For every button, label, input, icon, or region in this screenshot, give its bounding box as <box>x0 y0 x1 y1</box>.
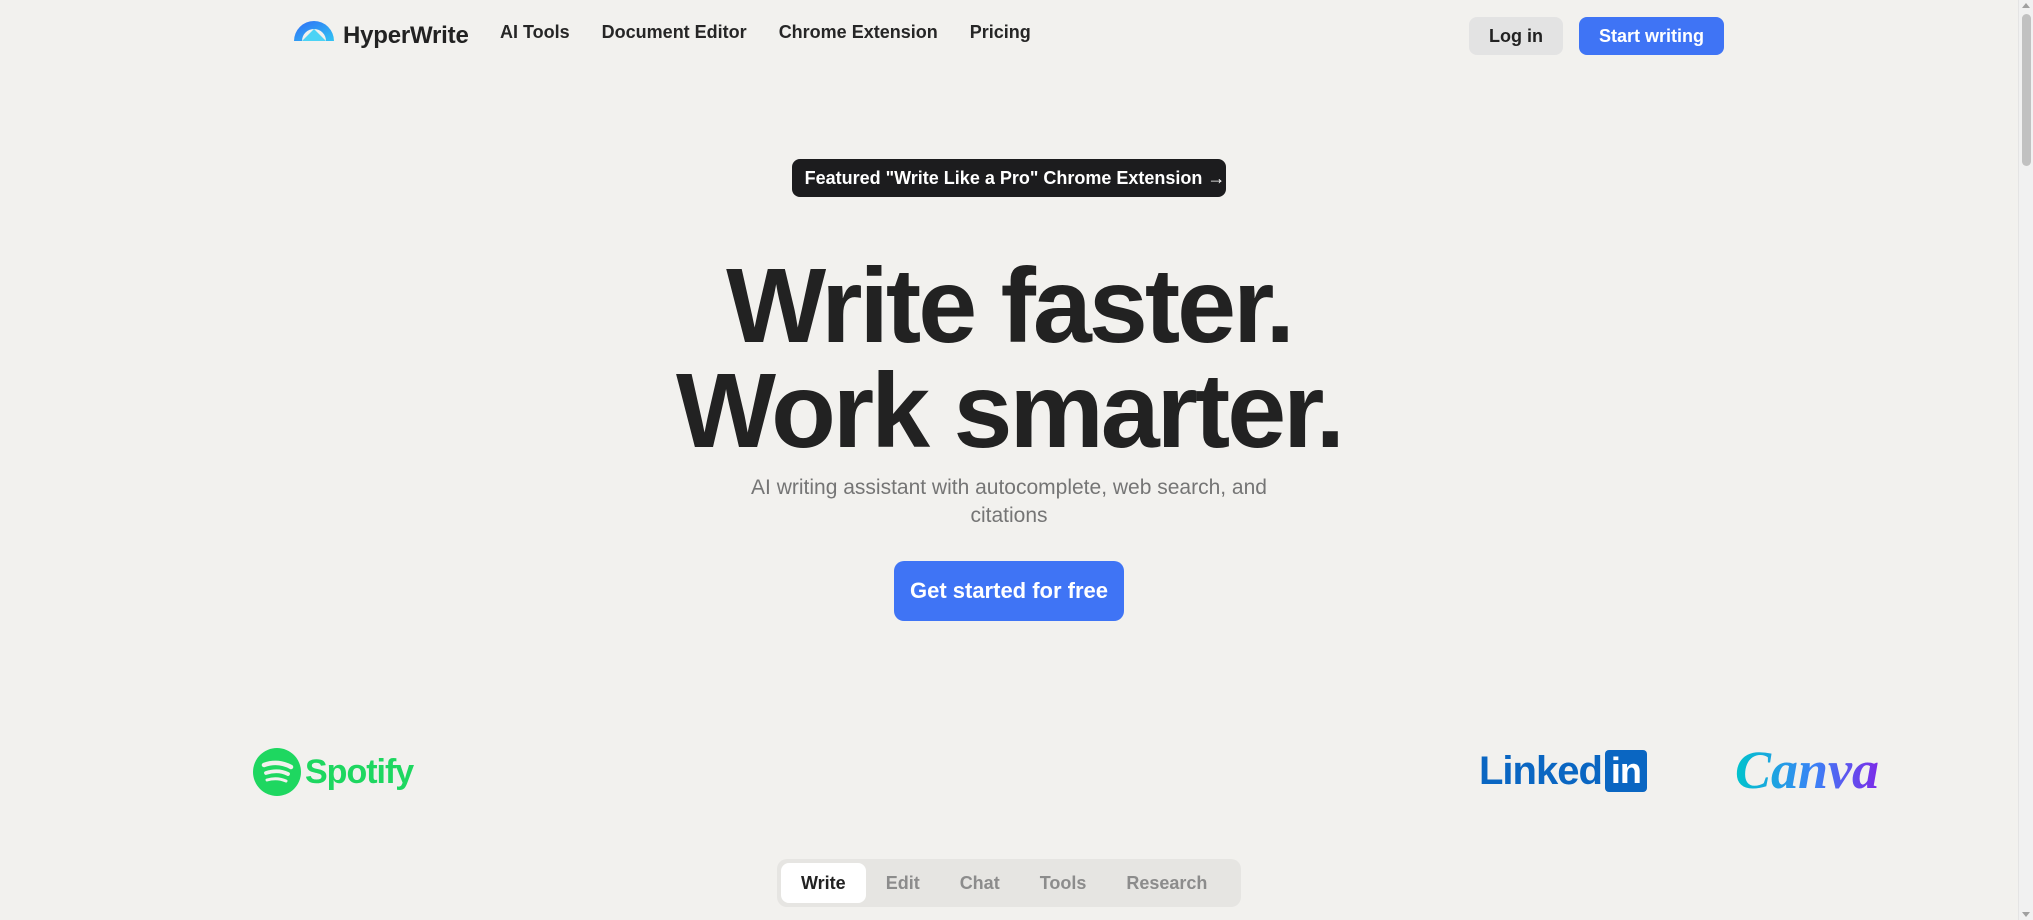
linkedin-in-box: in <box>1604 750 1647 792</box>
canva-text: Canva <box>1735 740 1879 800</box>
scroll-up-arrow-icon[interactable] <box>2022 3 2030 8</box>
featured-extension-badge[interactable]: Featured "Write Like a Pro" Chrome Exten… <box>792 159 1226 197</box>
badge-text: Featured "Write Like a Pro" Chrome Exten… <box>804 167 1226 188</box>
headline-line-2: Work smarter. <box>675 352 1345 470</box>
tab-tools[interactable]: Tools <box>1020 863 1107 903</box>
feature-tabs: Write Edit Chat Tools Research <box>777 859 1241 907</box>
linkedin-wordmark: Linked <box>1479 748 1603 793</box>
scrollbar-thumb[interactable] <box>2022 14 2031 166</box>
page-scrollbar[interactable] <box>2018 0 2033 920</box>
canva-wordmark-graphic: Canva <box>1735 740 1879 800</box>
tab-write[interactable]: Write <box>781 863 866 903</box>
get-started-button[interactable]: Get started for free <box>894 561 1124 621</box>
tab-chat[interactable]: Chat <box>940 863 1020 903</box>
tab-research[interactable]: Research <box>1106 863 1227 903</box>
hero-section: Featured "Write Like a Pro" Chrome Exten… <box>0 0 2018 920</box>
scroll-down-arrow-icon[interactable] <box>2022 912 2030 917</box>
headline-line-1: Write faster. <box>726 247 1295 365</box>
hero-subtitle: AI writing assistant with autocomplete, … <box>751 476 1267 527</box>
linkedin-logo: Linked in <box>1479 749 1647 793</box>
spotify-icon <box>253 748 301 796</box>
canva-logo: Canva <box>1733 740 1885 800</box>
tab-edit[interactable]: Edit <box>866 863 940 903</box>
spotify-wordmark: Spotify <box>305 752 414 791</box>
spotify-logo: Spotify <box>253 747 414 797</box>
